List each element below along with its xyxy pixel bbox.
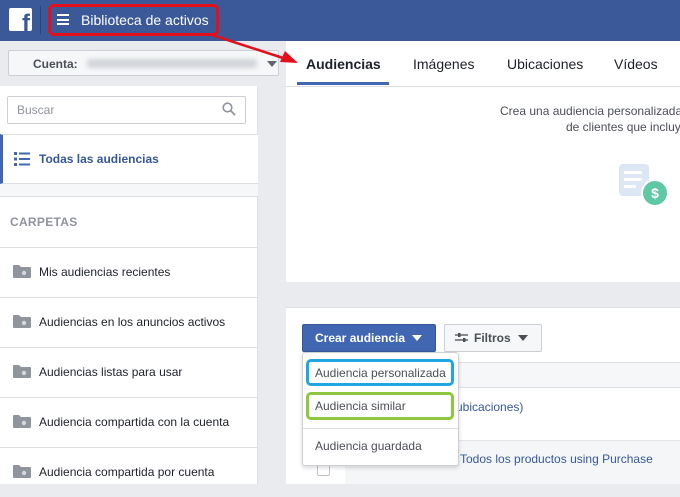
- highlight-box-custom: [306, 359, 454, 386]
- folder-icon: [13, 465, 31, 478]
- sidebar-divider: [0, 184, 258, 197]
- tab-ubicaciones[interactable]: Ubicaciones: [507, 56, 583, 72]
- facebook-logo-icon[interactable]: f: [9, 8, 32, 31]
- active-tab-indicator: [297, 82, 389, 85]
- tab-audiencias[interactable]: Audiencias: [306, 56, 381, 72]
- folder-label: Audiencia compartida con la cuenta: [39, 415, 230, 429]
- folder-label: Audiencia compartida por cuenta: [39, 465, 215, 479]
- highlight-box-lookalike: [306, 392, 454, 420]
- tab-imagenes[interactable]: Imágenes: [413, 56, 474, 72]
- search-icon[interactable]: [222, 102, 236, 116]
- customer-list-money-icon: $: [619, 164, 669, 207]
- sidebar-item-label: Todas las audiencias: [39, 152, 159, 166]
- hamburger-menu-icon[interactable]: [57, 14, 69, 25]
- folder-label: Audiencias listas para usar: [39, 365, 183, 379]
- menu-item-saved-audience[interactable]: Audiencia guardada: [315, 439, 422, 453]
- folders-heading: CARPETAS: [10, 215, 78, 229]
- tab-videos[interactable]: Vídeos: [614, 56, 658, 72]
- search-placeholder: Buscar: [17, 103, 55, 117]
- caret-down-icon: [518, 335, 528, 341]
- menu-divider: [303, 428, 458, 429]
- folder-label: Audiencias en los anuncios activos: [39, 315, 226, 329]
- folder-icon: [13, 265, 31, 278]
- account-name-redacted: [87, 59, 257, 68]
- logo-glyph: f: [22, 10, 30, 32]
- folder-label: Mis audiencias recientes: [39, 265, 171, 279]
- filter-sliders-icon: [455, 333, 468, 342]
- table-row-link[interactable]: ubicaciones): [456, 400, 523, 414]
- account-label: Cuenta:: [33, 57, 78, 71]
- folder-icon: [13, 365, 31, 378]
- list-icon: [14, 152, 30, 166]
- account-selector[interactable]: Cuenta:: [8, 50, 279, 76]
- create-audience-label: Crear audiencia: [315, 331, 406, 345]
- topbar-divider: [40, 6, 41, 34]
- table-header: [458, 362, 680, 388]
- caret-down-icon: [412, 335, 422, 341]
- folder-icon: [13, 415, 31, 428]
- chevron-down-icon: [267, 61, 277, 67]
- promo-text-line2: de clientes que incluy: [566, 120, 680, 134]
- folder-icon: [13, 315, 31, 328]
- table-row-link[interactable]: Todos los productos using Purchase: [460, 452, 653, 466]
- menu-title[interactable]: Biblioteca de activos: [81, 12, 209, 28]
- filters-label: Filtros: [474, 331, 511, 345]
- svg-text:$: $: [651, 185, 659, 201]
- promo-text-line1: Crea una audiencia personalizada: [500, 104, 680, 118]
